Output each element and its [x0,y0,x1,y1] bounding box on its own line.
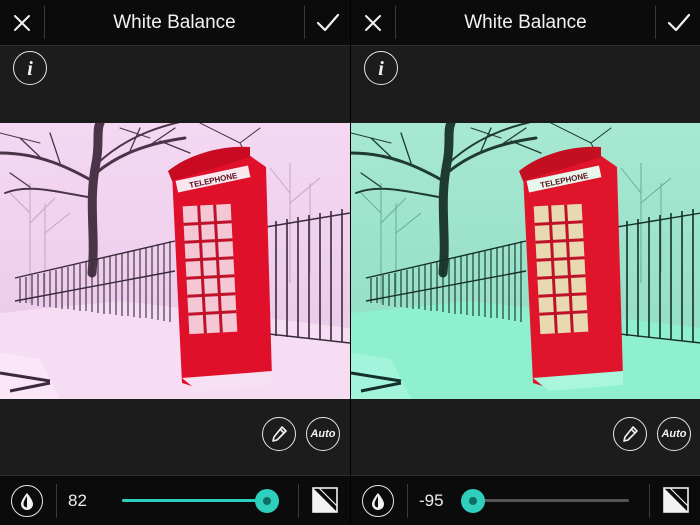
bottom-bar: 82 [0,475,350,525]
divider [298,484,299,518]
checkmark-icon [316,13,339,31]
drop-icon [372,493,384,510]
svg-text:i: i [27,58,33,79]
eyedropper-button[interactable] [613,417,647,451]
checkmark-icon [667,13,690,31]
slider-track [473,499,629,502]
svg-text:i: i [378,58,384,79]
info-icon: i [378,58,384,79]
balance-slider[interactable] [461,489,629,513]
slider-thumb[interactable] [255,489,280,513]
apply-button[interactable] [656,0,700,45]
telephone-booth: TELEPHONE [168,146,272,391]
top-bar: White Balance [0,0,350,46]
top-bar: White Balance [351,0,700,46]
compare-icon[interactable] [311,486,339,514]
auto-button[interactable]: Auto [657,417,691,451]
close-icon [365,14,381,31]
photo-preview: TELEPHONE [351,123,700,399]
photo-preview: TELEPHONE [0,123,350,399]
info-icon: i [27,58,33,79]
app-split-view: White Balance i TELEPHONE Auto 82 White … [0,0,700,525]
screen-title: White Balance [464,12,587,33]
close-button[interactable] [351,0,395,45]
eyedropper-button[interactable] [262,417,296,451]
compare-icon[interactable] [662,486,690,514]
apply-button[interactable] [305,0,350,45]
drop-icon [21,493,33,510]
telephone-booth: TELEPHONE [519,146,623,391]
divider [407,484,408,518]
slider-fill [122,499,268,502]
temperature-tool-button[interactable] [11,485,43,517]
editor-panel-right: White Balance i TELEPHONE Auto -95 [350,0,700,525]
auto-button[interactable]: Auto [306,417,340,451]
bottom-bar: -95 [351,475,700,525]
slider-value: 82 [68,491,87,510]
screen-title: White Balance [113,12,236,33]
temperature-tool-button[interactable] [362,485,394,517]
close-icon [14,14,30,31]
divider [649,484,650,518]
balance-slider[interactable] [122,489,280,513]
info-button[interactable]: i [13,51,47,85]
slider-value: -95 [419,491,444,510]
close-button[interactable] [0,0,44,45]
eyedropper-icon [272,426,287,442]
eyedropper-icon [623,426,638,442]
editor-panel-left: White Balance i TELEPHONE Auto 82 [0,0,350,525]
slider-thumb[interactable] [461,489,485,513]
divider [56,484,57,518]
info-button[interactable]: i [364,51,398,85]
